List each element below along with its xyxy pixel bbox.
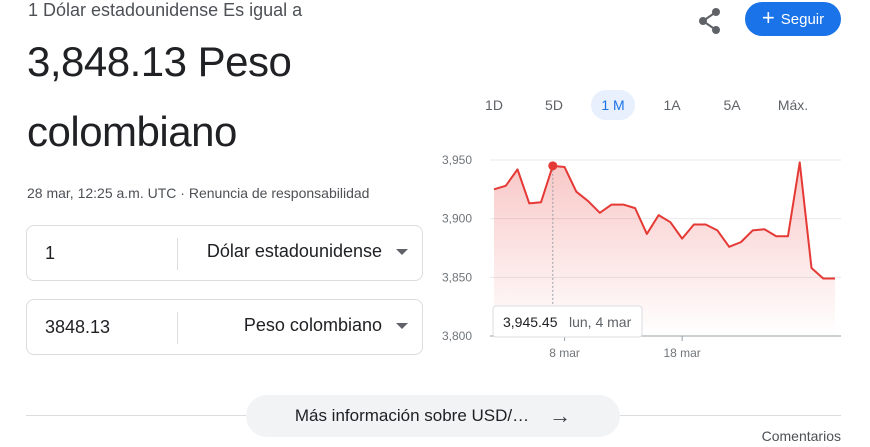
to-amount-input[interactable]: 3848.13	[45, 317, 110, 338]
feedback-link[interactable]: Comentarios	[762, 428, 841, 444]
from-currency-field: 1 Dólar estadounidense	[26, 225, 423, 281]
chevron-down-icon[interactable]	[396, 323, 408, 329]
conversion-result-line1: 3,848.13 Peso	[27, 38, 292, 85]
to-currency-select[interactable]: Peso colombiano	[244, 315, 382, 336]
tooltip-value: 3,945.45	[503, 314, 558, 330]
conversion-result-line2: colombiano	[27, 108, 237, 155]
tooltip-date: lun, 4 mar	[569, 314, 632, 330]
x-tick-label: 8 mar	[549, 346, 580, 360]
follow-button[interactable]: + Seguir	[745, 2, 841, 36]
exchange-rate-chart[interactable]: 3,950 3,900 3,850 3,800 8 mar 18 mar 3,945.4…	[430, 140, 850, 370]
y-tick-label: 3,850	[442, 270, 472, 284]
from-currency-select[interactable]: Dólar estadounidense	[207, 241, 382, 262]
chart-tooltip: 3,945.45 lun, 4 mar	[492, 305, 643, 338]
tab-5d[interactable]: 5D	[538, 90, 570, 120]
tab-1m[interactable]: 1 M	[591, 90, 635, 120]
field-divider	[177, 238, 178, 270]
to-currency-field: 3848.13 Peso colombiano	[26, 299, 423, 355]
more-info-label: Más información sobre USD/…	[294, 406, 530, 425]
y-tick-label: 3,800	[442, 329, 472, 343]
timestamp: 28 mar, 12:25 a.m. UTC	[27, 185, 177, 201]
field-divider	[177, 312, 178, 344]
x-tick-label: 18 mar	[663, 346, 700, 360]
plus-icon: +	[761, 5, 775, 30]
highlight-point	[548, 161, 558, 171]
more-info-button[interactable]: Más información sobre USD/… →	[246, 395, 620, 437]
timestamp-line: 28 mar, 12:25 a.m. UTC · Renuncia de res…	[27, 185, 369, 201]
meta-separator: ·	[180, 185, 185, 201]
tab-1a[interactable]: 1A	[656, 90, 688, 120]
range-tabs: 1D 5D 1 M 1A 5A Máx.	[468, 90, 842, 120]
follow-label: Seguir	[780, 10, 825, 28]
tab-5a[interactable]: 5A	[716, 90, 748, 120]
tab-max[interactable]: Máx.	[770, 90, 816, 120]
y-tick-label: 3,950	[442, 153, 472, 167]
arrow-right-icon: →	[549, 403, 572, 428]
from-amount-input[interactable]: 1	[45, 243, 55, 264]
share-icon[interactable]	[694, 5, 726, 37]
y-tick-label: 3,900	[442, 212, 472, 226]
conversion-subtitle: 1 Dólar estadounidense Es igual a	[28, 0, 303, 20]
chevron-down-icon[interactable]	[396, 249, 408, 255]
tab-1d[interactable]: 1D	[478, 90, 510, 120]
disclaimer-link[interactable]: Renuncia de responsabilidad	[189, 185, 370, 201]
